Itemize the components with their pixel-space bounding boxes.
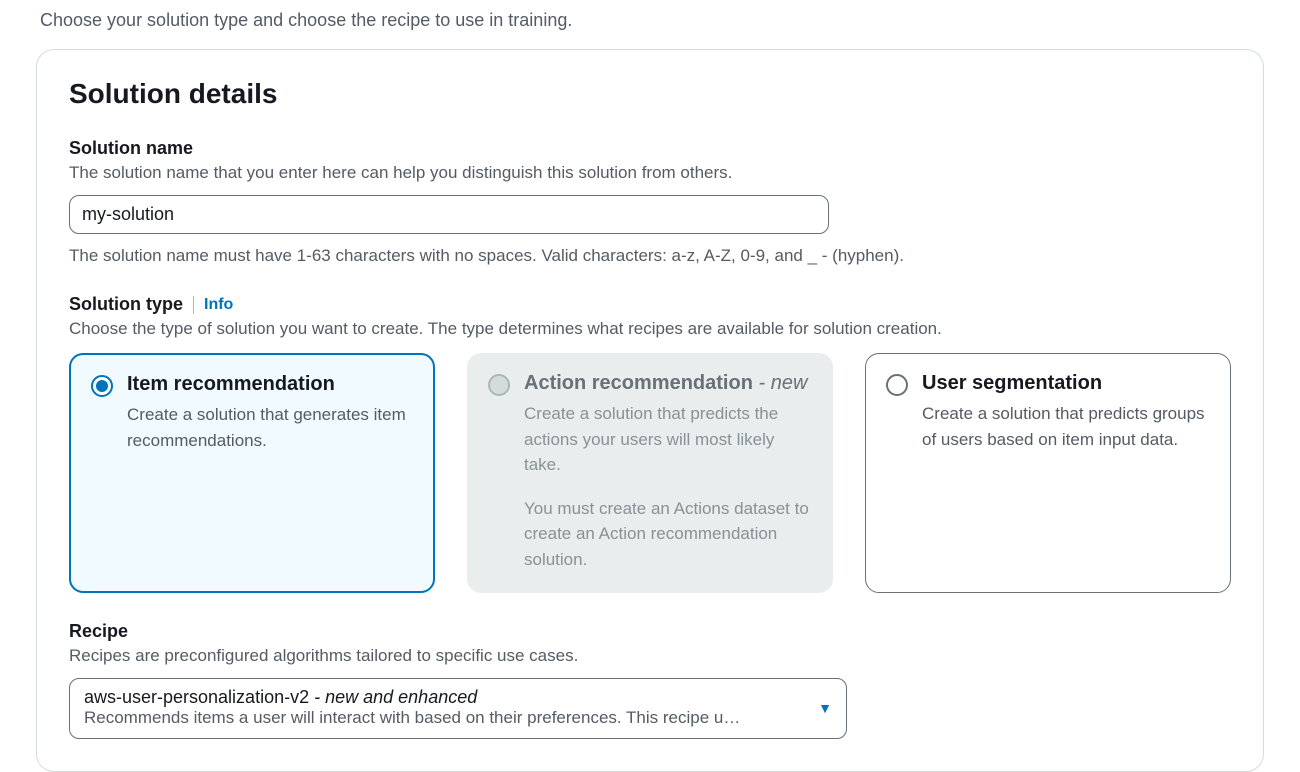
radio-icon xyxy=(488,374,510,396)
recipe-field: Recipe Recipes are preconfigured algorit… xyxy=(69,621,1231,739)
recipe-label: Recipe xyxy=(69,621,128,642)
solution-type-options: Item recommendation Create a solution th… xyxy=(69,353,1231,593)
recipe-selected-desc: Recommends items a user will interact wi… xyxy=(84,708,740,728)
panel-header: Solution details xyxy=(69,78,1231,110)
recipe-desc: Recipes are preconfigured algorithms tai… xyxy=(69,646,1231,666)
solution-type-card-user-segmentation[interactable]: User segmentation Create a solution that… xyxy=(865,353,1231,593)
radio-icon xyxy=(91,375,113,397)
caret-down-icon: ▼ xyxy=(818,700,832,716)
solution-name-constraint: The solution name must have 1-63 charact… xyxy=(69,246,1231,266)
recipe-select[interactable]: aws-user-personalization-v2 - new and en… xyxy=(69,678,847,739)
solution-type-field: Solution type Info Choose the type of so… xyxy=(69,294,1231,593)
solution-type-label: Solution type xyxy=(69,294,183,315)
card-title: User segmentation xyxy=(922,372,1102,394)
solution-type-desc: Choose the type of solution you want to … xyxy=(69,319,1231,339)
page-intro-text: Choose your solution type and choose the… xyxy=(0,0,1300,49)
card-title-suffix: - new xyxy=(753,372,807,394)
card-desc: Create a solution that generates item re… xyxy=(127,402,413,453)
recipe-selected-value: aws-user-personalization-v2 xyxy=(84,687,309,707)
card-title: Action recommendation xyxy=(524,372,753,394)
card-note: You must create an Actions dataset to cr… xyxy=(524,496,812,573)
info-link[interactable]: Info xyxy=(204,296,233,314)
solution-name-label: Solution name xyxy=(69,138,193,159)
solution-name-field: Solution name The solution name that you… xyxy=(69,138,1231,266)
card-desc: Create a solution that predicts groups o… xyxy=(922,401,1210,452)
solution-type-card-item-recommendation[interactable]: Item recommendation Create a solution th… xyxy=(69,353,435,593)
solution-name-input[interactable] xyxy=(69,195,829,234)
card-title: Item recommendation xyxy=(127,373,335,395)
recipe-selected-suffix: - new and enhanced xyxy=(309,687,477,707)
radio-icon xyxy=(886,374,908,396)
card-desc: Create a solution that predicts the acti… xyxy=(524,401,812,478)
solution-details-panel: Solution details Solution name The solut… xyxy=(36,49,1264,772)
divider xyxy=(193,296,194,314)
solution-type-card-action-recommendation: Action recommendation - new Create a sol… xyxy=(467,353,833,593)
solution-name-desc: The solution name that you enter here ca… xyxy=(69,163,1231,183)
